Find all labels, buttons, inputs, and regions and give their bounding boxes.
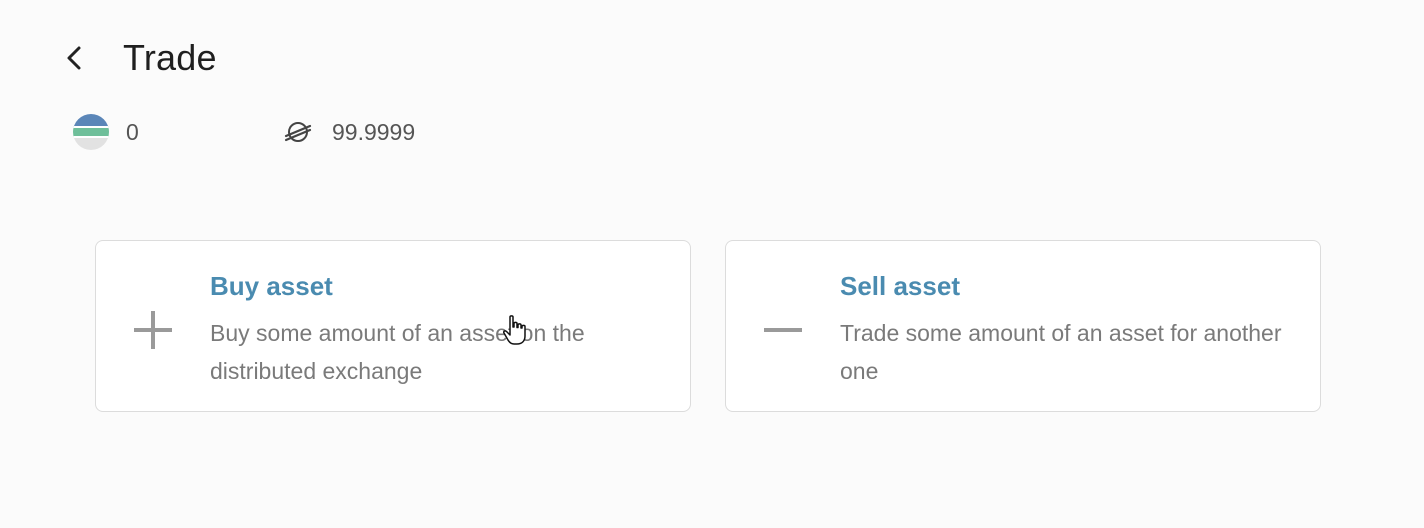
asset-balance: 0 [72, 113, 284, 151]
plus-icon [134, 311, 172, 349]
trade-actions: Buy asset Buy some amount of an asset on… [95, 240, 1321, 412]
buy-asset-description: Buy some amount of an asset on the distr… [210, 320, 585, 384]
asset-balance-value: 0 [126, 118, 139, 145]
xlm-balance: 99.9999 [284, 118, 415, 146]
asset-token-icon [73, 114, 109, 150]
xlm-balance-value: 99.9999 [332, 118, 416, 145]
buy-asset-title: Buy asset [210, 271, 333, 301]
balance-bar: 0 99.9999 [72, 112, 415, 152]
stellar-lumens-icon [284, 122, 312, 142]
sell-asset-description: Trade some amount of an asset for anothe… [840, 320, 1282, 384]
page-title: Trade [123, 37, 217, 78]
buy-asset-card[interactable]: Buy asset Buy some amount of an asset on… [95, 240, 691, 412]
minus-icon [764, 328, 802, 332]
sell-asset-title: Sell asset [840, 271, 960, 301]
back-button[interactable] [64, 36, 92, 80]
chevron-left-icon [67, 46, 81, 70]
page-header: Trade [64, 36, 217, 80]
sell-asset-card[interactable]: Sell asset Trade some amount of an asset… [725, 240, 1321, 412]
